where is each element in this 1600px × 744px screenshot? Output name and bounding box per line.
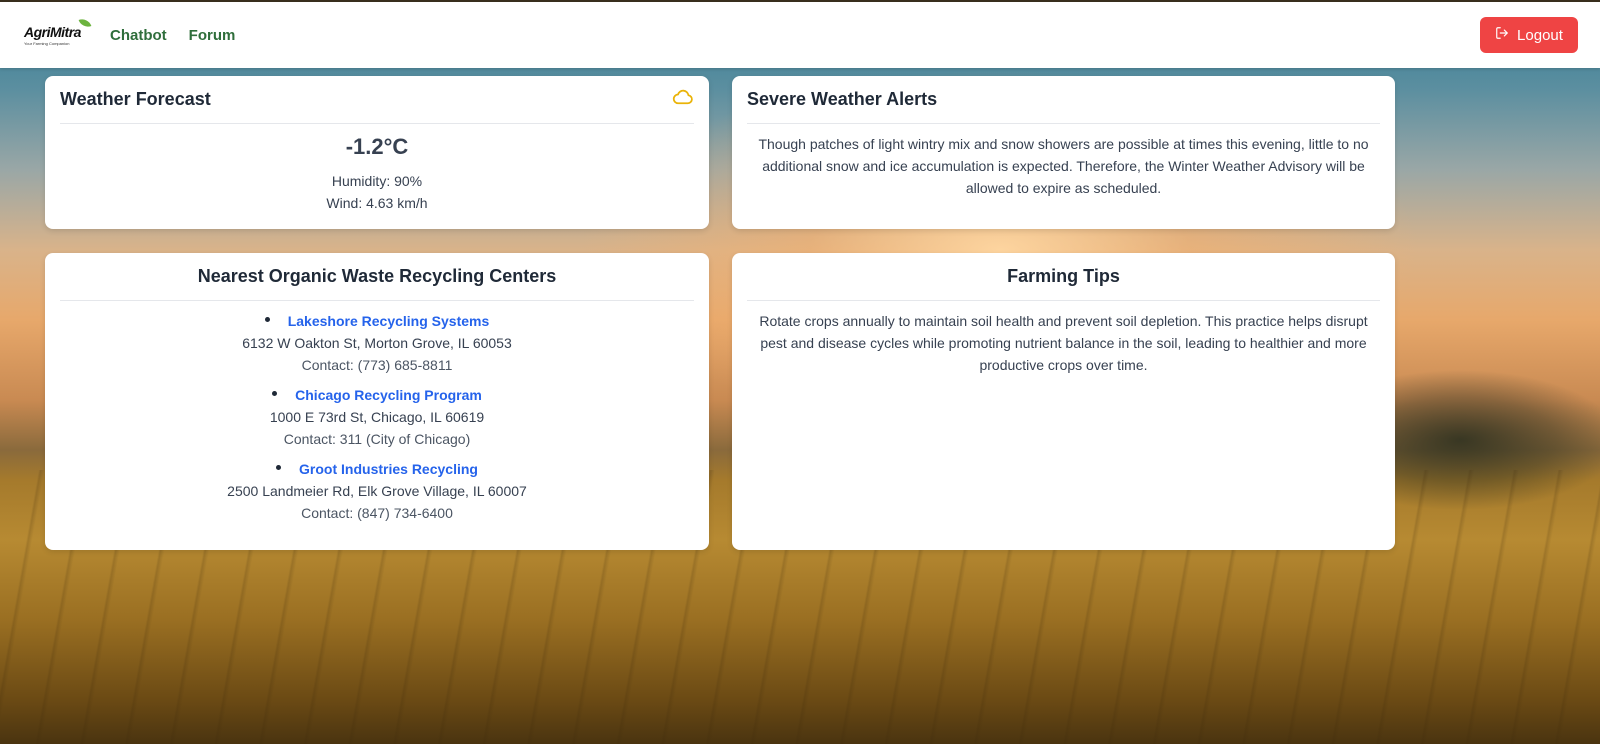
list-item: Groot Industries Recycling 2500 Landmeie… [60, 458, 694, 524]
tips-card-header: Farming Tips [747, 253, 1380, 301]
center-link-groot[interactable]: Groot Industries Recycling [299, 461, 478, 477]
recycling-card-title: Nearest Organic Waste Recycling Centers [197, 266, 557, 286]
logout-icon [1495, 26, 1509, 44]
center-address: 2500 Landmeier Rd, Elk Grove Village, IL… [227, 483, 527, 499]
severe-weather-alerts-card: Severe Weather Alerts Though patches of … [732, 76, 1395, 229]
weather-forecast-card: Weather Forecast -1.2°C Humidity: 90% Wi… [45, 76, 709, 229]
bullet-icon [272, 391, 278, 397]
farming-tip-text: Rotate crops annually to maintain soil h… [759, 313, 1368, 373]
cloud-icon [672, 89, 694, 110]
logo-name: AgriMitra [24, 24, 81, 40]
list-item: Chicago Recycling Program 1000 E 73rd St… [60, 384, 694, 450]
logo-tagline: Your Farming Companion [24, 41, 70, 46]
alerts-card-header: Severe Weather Alerts [747, 76, 1380, 124]
center-contact: Contact: 311 (City of Chicago) [283, 431, 471, 447]
top-navbar: AgriMitra Your Farming Companion Chatbot… [0, 2, 1600, 68]
center-contact: Contact: (847) 734-6400 [301, 505, 453, 521]
recycling-card-header: Nearest Organic Waste Recycling Centers [60, 253, 694, 301]
center-address: 1000 E 73rd St, Chicago, IL 60619 [269, 409, 485, 425]
bullet-icon [264, 317, 270, 323]
wind-value: Wind: 4.63 km/h [326, 195, 428, 211]
nav-link-chatbot[interactable]: Chatbot [110, 27, 167, 44]
weather-details: -1.2°C Humidity: 90% Wind: 4.63 km/h [60, 124, 694, 214]
weather-card-header: Weather Forecast [60, 76, 694, 124]
humidity-value: Humidity: 90% [331, 173, 423, 189]
agrimitra-logo[interactable]: AgriMitra Your Farming Companion [24, 16, 92, 52]
recycling-centers-card: Nearest Organic Waste Recycling Centers … [45, 253, 709, 550]
weather-card-title: Weather Forecast [60, 89, 211, 109]
center-contact: Contact: (773) 685-8811 [301, 357, 453, 373]
alerts-card-title: Severe Weather Alerts [747, 89, 938, 109]
temperature-value: -1.2°C [345, 134, 409, 159]
tips-card-title: Farming Tips [1007, 266, 1120, 286]
alert-text: Though patches of light wintry mix and s… [758, 136, 1369, 196]
center-link-chicago[interactable]: Chicago Recycling Program [295, 387, 482, 403]
bullet-icon [276, 465, 282, 471]
logout-button[interactable]: Logout [1480, 17, 1578, 53]
recycling-centers-list: Lakeshore Recycling Systems 6132 W Oakto… [60, 301, 694, 524]
center-address: 6132 W Oakton St, Morton Grove, IL 60053 [242, 335, 512, 351]
list-item: Lakeshore Recycling Systems 6132 W Oakto… [60, 310, 694, 376]
center-link-lakeshore[interactable]: Lakeshore Recycling Systems [288, 313, 490, 329]
nav-link-forum[interactable]: Forum [189, 27, 236, 44]
logout-label: Logout [1517, 26, 1563, 44]
farming-tips-card: Farming Tips Rotate crops annually to ma… [732, 253, 1395, 550]
